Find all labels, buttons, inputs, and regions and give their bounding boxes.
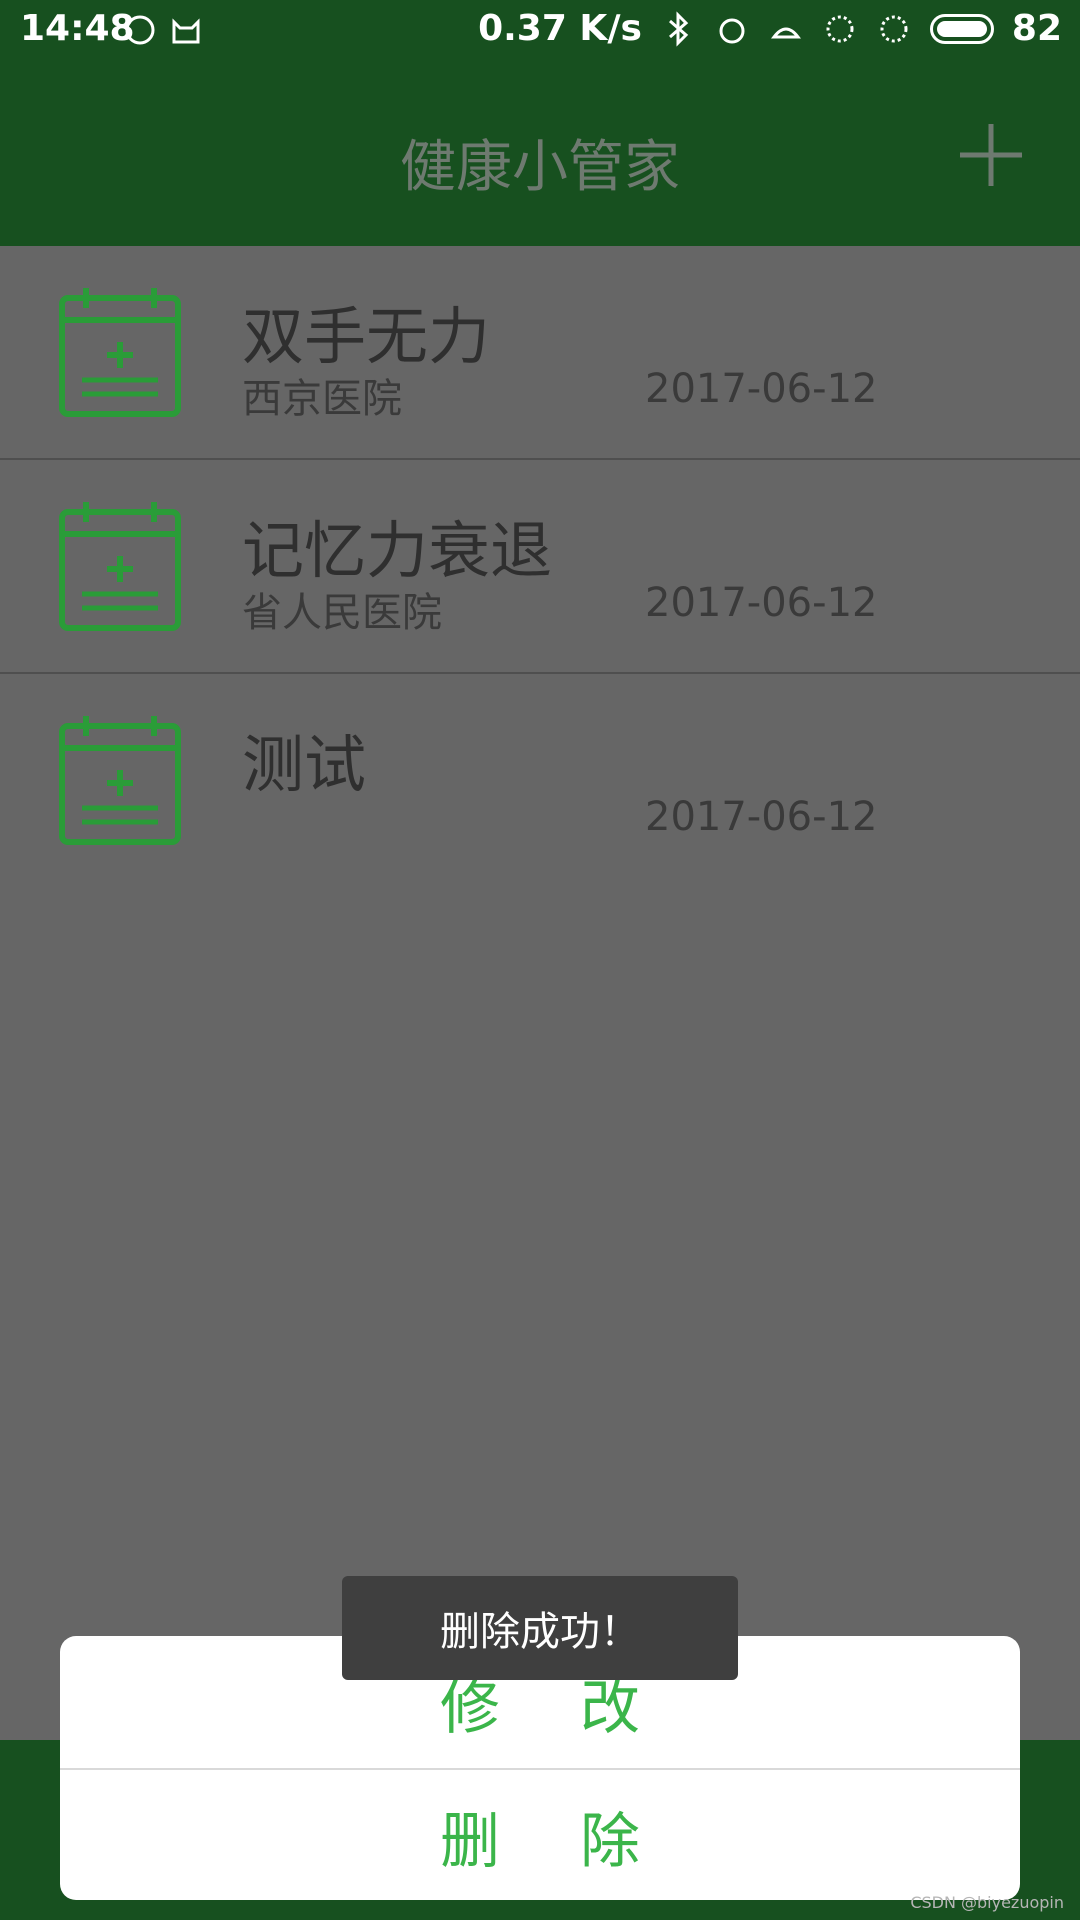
watermark: CSDN @biyezuopin	[910, 1893, 1064, 1912]
sleep-icon	[770, 27, 801, 38]
record-title: 双手无力	[242, 300, 491, 373]
calendar-medical-icon	[59, 288, 181, 417]
toast-message: 删除成功！	[342, 1576, 738, 1680]
record-hospital: 西京医院	[242, 376, 402, 422]
status-right: 0.37 K/s 82	[478, 8, 1062, 49]
network-speed: 0.37 K/s	[478, 8, 642, 49]
plus-icon[interactable]	[958, 122, 1024, 188]
calendar-medical-icon	[59, 502, 181, 631]
status-left-icons	[122, 12, 204, 48]
record-date: 2017-06-12	[645, 580, 878, 626]
calendar-medical-icon	[59, 716, 181, 845]
record-date: 2017-06-12	[645, 794, 878, 840]
list-item[interactable]: 记忆力衰退 省人民医院 2017-06-12	[0, 460, 1080, 674]
records-list: 双手无力 西京医院 2017-06-12 记忆力衰退 省人民医院 2017-06…	[0, 246, 1080, 886]
notification-icon	[125, 15, 155, 45]
record-hospital: 省人民医院	[242, 590, 442, 636]
list-item[interactable]: 测试 2017-06-12	[0, 674, 1080, 886]
cat-icon	[172, 18, 200, 44]
status-bar: 14:48 0.37 K/s 82	[0, 0, 1080, 64]
signal-4g-icon	[826, 15, 854, 42]
app-bar: 健康小管家	[0, 64, 1080, 246]
record-title: 记忆力衰退	[242, 514, 553, 587]
wifi-icon	[880, 15, 908, 42]
list-item[interactable]: 双手无力 西京医院 2017-06-12	[0, 246, 1080, 460]
alarm-icon	[719, 18, 745, 43]
battery-level: 82	[1011, 8, 1062, 49]
record-date: 2017-06-12	[645, 366, 878, 412]
delete-button[interactable]: 删除	[60, 1770, 1020, 1900]
app-title: 健康小管家	[400, 135, 680, 200]
bluetooth-icon	[668, 10, 689, 47]
record-title: 测试	[242, 728, 367, 801]
battery-icon	[929, 13, 994, 44]
status-time: 14:48	[20, 8, 135, 49]
